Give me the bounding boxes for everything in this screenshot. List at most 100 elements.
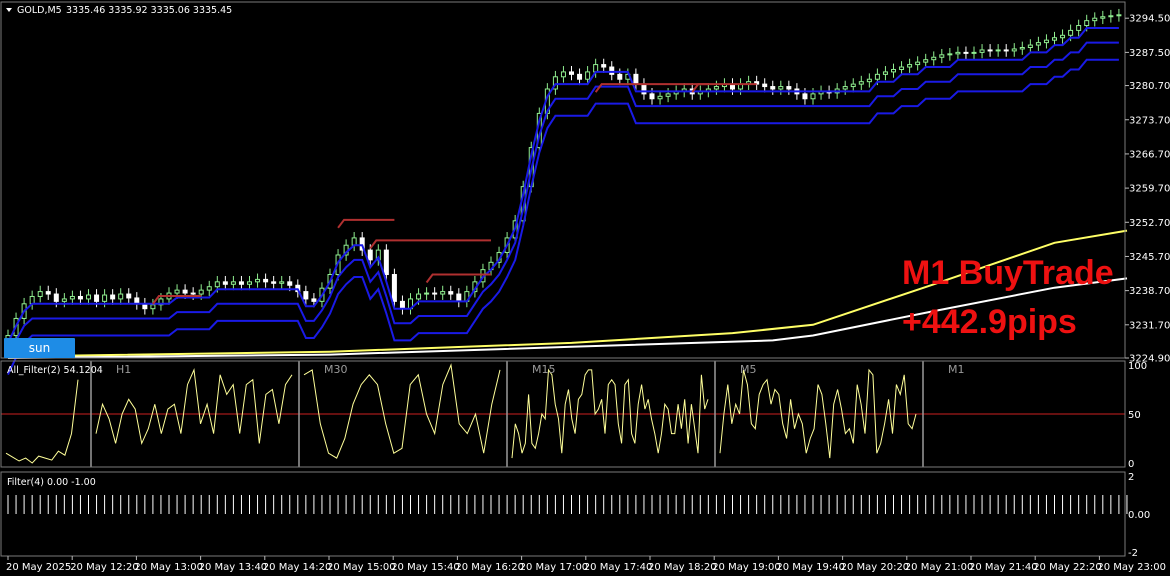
trade-title: M1 BuyTrade bbox=[902, 254, 1114, 292]
candle-body bbox=[440, 291, 446, 295]
tf-label: M15 bbox=[532, 363, 556, 376]
candle-body bbox=[255, 278, 261, 283]
price-tick-label: 3273.70 bbox=[1129, 115, 1170, 126]
time-tick-label: 20 May 15:40 bbox=[391, 562, 460, 573]
symbol-label: GOLD,M5 bbox=[17, 5, 62, 16]
time-tick-label: 20 May 23:00 bbox=[1097, 562, 1166, 573]
candle-body bbox=[899, 66, 905, 70]
osc-series-line bbox=[5, 379, 79, 464]
candle-body bbox=[778, 86, 784, 90]
filter-axis-label: 0.00 bbox=[1128, 510, 1150, 521]
candle-body bbox=[174, 289, 180, 294]
candle-body bbox=[1116, 14, 1122, 17]
chart-canvas[interactable]: H1 M30 M15 M5 M1 3294.50 3287.50 3280.70 3273.7… bbox=[0, 0, 1170, 576]
candle-body bbox=[391, 274, 397, 302]
candle-body bbox=[1100, 16, 1106, 19]
candle-body bbox=[222, 281, 228, 285]
price-tick-label: 3287.50 bbox=[1129, 48, 1170, 59]
candle-body bbox=[118, 293, 124, 300]
price-tick-label: 3252.70 bbox=[1129, 218, 1170, 229]
candle-body bbox=[858, 81, 864, 85]
candle-body bbox=[182, 289, 188, 294]
candle-body bbox=[399, 300, 405, 310]
candle-body bbox=[1027, 44, 1033, 48]
candle-body bbox=[1035, 42, 1041, 46]
chevron-down-icon bbox=[6, 8, 12, 12]
candle-body bbox=[947, 53, 953, 56]
candle-body bbox=[424, 292, 430, 295]
candle-body bbox=[126, 293, 132, 299]
price-tick-label: 3294.50 bbox=[1129, 14, 1170, 25]
candle-body bbox=[238, 281, 244, 285]
candle-body bbox=[198, 289, 204, 295]
candle-body bbox=[979, 49, 985, 53]
candle-body bbox=[810, 93, 816, 100]
candle-body bbox=[649, 93, 655, 100]
candle-body bbox=[786, 86, 792, 90]
stop-line bbox=[369, 239, 491, 249]
candle-body bbox=[633, 73, 639, 85]
candle-body bbox=[94, 294, 100, 302]
candle-body bbox=[1043, 39, 1049, 44]
trade-pips: +442.9pips bbox=[902, 303, 1077, 341]
osc-axis-label: 50 bbox=[1128, 410, 1141, 421]
candle-body bbox=[874, 73, 880, 80]
candle-body bbox=[907, 64, 913, 68]
tf-label: H1 bbox=[116, 363, 131, 376]
time-tick-label: 20 May 13:00 bbox=[134, 562, 203, 573]
time-tick-label: 20 May 19:40 bbox=[776, 562, 845, 573]
candle-body bbox=[577, 73, 583, 80]
tf-label: M1 bbox=[948, 363, 965, 376]
candle-body bbox=[569, 71, 574, 75]
candle-body bbox=[102, 294, 108, 302]
candle-body bbox=[383, 249, 389, 276]
candle-body bbox=[190, 292, 196, 295]
candle-body bbox=[1011, 48, 1017, 52]
ohlc-readout: 3335.46 3335.92 3335.06 3335.45 bbox=[66, 5, 232, 16]
time-tick-label: 20 May 19:00 bbox=[712, 562, 781, 573]
candle-body bbox=[995, 49, 1001, 52]
time-tick-label: 20 May 21:40 bbox=[969, 562, 1038, 573]
price-tick-label: 3266.70 bbox=[1129, 149, 1170, 160]
candle-body bbox=[61, 298, 67, 302]
candle-body bbox=[37, 291, 43, 297]
candle-body bbox=[367, 249, 373, 261]
price-tick-label: 3259.70 bbox=[1129, 184, 1170, 195]
candle-body bbox=[939, 54, 945, 58]
stop-line bbox=[337, 218, 395, 229]
candle-body bbox=[53, 293, 59, 302]
candle-body bbox=[448, 291, 454, 295]
all-filter-title: All_Filter(2) 54.1204 bbox=[7, 365, 103, 376]
candle-body bbox=[287, 281, 293, 286]
time-tick-label: 20 May 13:40 bbox=[199, 562, 268, 573]
candle-body bbox=[585, 71, 591, 80]
candle-body bbox=[150, 304, 156, 310]
time-tick-label: 20 May 12:20 bbox=[70, 562, 139, 573]
sun-button[interactable]: sun bbox=[4, 338, 75, 358]
candle-body bbox=[1019, 46, 1025, 50]
candle-body bbox=[271, 281, 277, 284]
candle-body bbox=[45, 291, 51, 295]
price-tick-label: 3238.70 bbox=[1129, 286, 1170, 297]
candle-body bbox=[713, 86, 719, 90]
osc-axis-label: 100 bbox=[1128, 361, 1147, 372]
candle-body bbox=[842, 86, 848, 90]
candle-body bbox=[560, 71, 566, 78]
time-tick-label: 20 May 20:20 bbox=[841, 562, 910, 573]
tf-label: M5 bbox=[740, 363, 757, 376]
osc-axis-label: 0 bbox=[1128, 459, 1134, 470]
candle-body bbox=[891, 68, 896, 73]
candle-body bbox=[915, 61, 921, 66]
filter-axis-label: 2 bbox=[1128, 472, 1134, 483]
candle-body bbox=[971, 51, 977, 54]
candle-body bbox=[770, 86, 776, 90]
candle-body bbox=[456, 293, 462, 302]
candle-body bbox=[617, 73, 623, 80]
candle-body bbox=[1003, 49, 1009, 52]
filter-panel bbox=[7, 495, 1128, 514]
candle-body bbox=[1052, 37, 1057, 41]
candle-body bbox=[657, 95, 663, 100]
candle-body bbox=[593, 64, 599, 73]
candle-body bbox=[1068, 29, 1074, 36]
candle-body bbox=[206, 286, 212, 291]
